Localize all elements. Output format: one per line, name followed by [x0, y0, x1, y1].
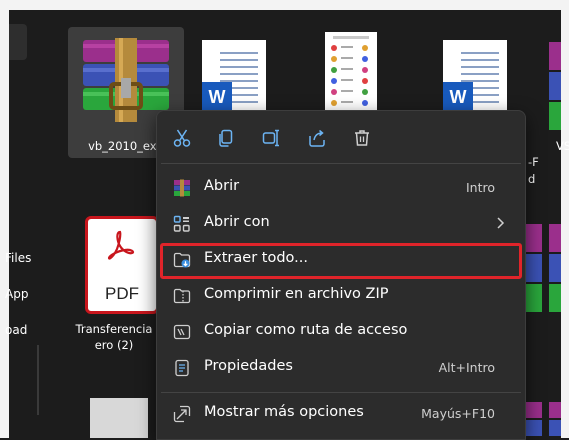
menu-item-label: Abrir con	[204, 214, 270, 230]
zip-folder-icon	[173, 288, 191, 304]
rename-button[interactable]	[260, 127, 282, 149]
window-top-edge	[0, 0, 569, 10]
word-badge: W	[443, 82, 473, 112]
cut-button[interactable]	[171, 127, 193, 149]
menu-separator	[161, 163, 521, 164]
word-document-icon: W	[443, 40, 507, 120]
pdf-file-name-line1: Transferencia	[75, 322, 153, 336]
more-options-icon	[173, 405, 191, 423]
menu-item-abrir[interactable]: Abrir Intro	[161, 170, 521, 204]
delete-icon	[355, 130, 369, 146]
pdf-file-name-line2: ero (2)	[94, 338, 134, 352]
file-name-partial: -F	[528, 155, 539, 169]
copy-icon	[219, 129, 233, 147]
share-button[interactable]	[306, 127, 328, 149]
window-right-edge	[561, 0, 569, 438]
word-document-icon: W	[202, 40, 266, 120]
pdf-document-icon[interactable]: PDF	[85, 216, 159, 314]
winrar-archive-icon-partial	[549, 402, 561, 436]
context-menu-toolbar	[157, 111, 525, 163]
sidebar-scrollbar[interactable]	[37, 345, 39, 415]
acrobat-logo-icon	[107, 230, 135, 260]
file-name-partial-far-right: VS	[556, 139, 569, 153]
menu-item-shortcut: Mayús+F10	[421, 406, 495, 421]
menu-item-label: Propiedades	[204, 358, 293, 374]
delete-button[interactable]	[351, 127, 373, 149]
sidebar-item-oad[interactable]: oad	[5, 323, 27, 337]
menu-item-propiedades[interactable]: Propiedades Alt+Intro	[161, 350, 521, 384]
menu-item-shortcut: Intro	[465, 180, 495, 195]
menu-separator	[161, 392, 521, 393]
menu-item-copiar-ruta[interactable]: Copiar como ruta de acceso	[161, 314, 521, 348]
winrar-archive-icon-partial	[549, 224, 561, 312]
menu-item-label: Copiar como ruta de acceso	[204, 322, 408, 338]
file-name-partial: d	[528, 172, 536, 186]
sidebar-item-app[interactable]: App	[5, 287, 28, 301]
menu-item-abrir-con[interactable]: Abrir con	[161, 206, 521, 240]
highlight-box	[160, 243, 522, 279]
pdf-badge: PDF	[105, 284, 139, 303]
copy-button[interactable]	[215, 127, 237, 149]
cut-icon	[173, 129, 191, 147]
sidebar-item-files[interactable]: Files	[5, 251, 31, 265]
window-left-edge	[0, 0, 9, 438]
file-thumbnail-partial	[90, 398, 148, 438]
menu-item-label: Mostrar más opciones	[204, 404, 364, 420]
winrar-archive-icon-partial	[524, 224, 542, 312]
menu-item-mostrar-mas-opciones[interactable]: Mostrar más opciones Mayús+F10	[161, 396, 521, 430]
winrar-archive-icon-partial	[549, 42, 561, 130]
menu-item-label: Comprimir en archivo ZIP	[204, 286, 389, 302]
share-icon	[309, 129, 325, 147]
winrar-archive-icon-partial	[524, 402, 542, 436]
menu-item-shortcut: Alt+Intro	[438, 360, 495, 375]
rename-icon	[262, 129, 279, 147]
chevron-right-icon	[495, 215, 505, 234]
copy-path-icon	[173, 324, 191, 340]
worksheet-thumbnail	[325, 32, 377, 112]
menu-item-label: Abrir	[204, 178, 240, 194]
properties-icon	[175, 359, 189, 377]
winrar-icon	[174, 179, 190, 197]
menu-item-comprimir-zip[interactable]: Comprimir en archivo ZIP	[161, 278, 521, 312]
sidebar-selected-tile[interactable]	[9, 24, 27, 60]
open-with-icon	[173, 215, 190, 232]
word-badge: W	[202, 82, 232, 112]
